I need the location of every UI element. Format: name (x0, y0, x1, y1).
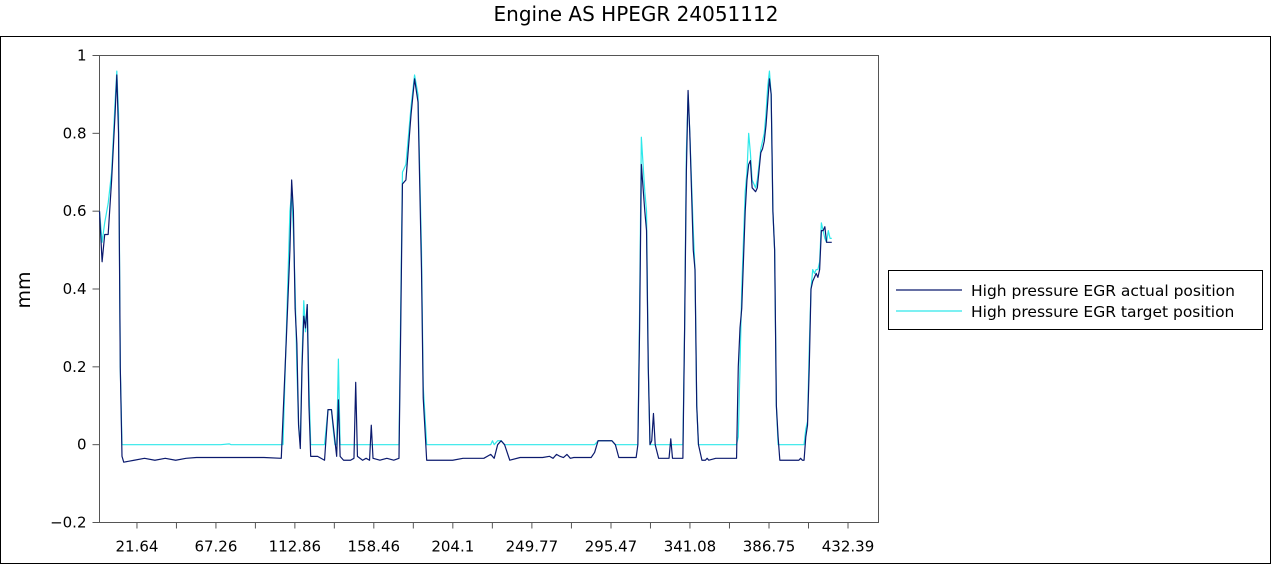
x-tick-label: 386.75 (743, 538, 796, 556)
x-tick-label: 432.39 (822, 538, 875, 556)
x-tick-label: 341.08 (664, 538, 717, 556)
x-tick-label: 249.77 (506, 538, 559, 556)
y-tick-label: −0.2 (50, 514, 86, 532)
chart-svg: Engine AS HPEGR 24051112 mm −0.2 0 0.2 0.4 0… (0, 2, 1271, 564)
chart: Engine AS HPEGR 24051112 mm −0.2 0 0.2 0.4 0… (0, 0, 1272, 565)
x-tick-label: 67.26 (194, 538, 237, 556)
x-tick-label: 204.1 (431, 538, 474, 556)
y-tick-label: 0 (77, 436, 87, 454)
y-tick-label: 0.2 (63, 358, 87, 376)
y-axis-label: mm (13, 271, 35, 308)
x-tick-label: 21.64 (115, 538, 158, 556)
chart-title: Engine AS HPEGR 24051112 (494, 2, 779, 26)
legend: High pressure EGR actual position High p… (888, 270, 1263, 330)
x-tick-label: 112.86 (269, 538, 322, 556)
y-tick-label: 0.4 (63, 280, 87, 298)
legend-label-target: High pressure EGR target position (971, 303, 1234, 321)
x-tick-label: 295.47 (585, 538, 638, 556)
x-tick-label: 158.46 (348, 538, 401, 556)
y-tick-label: 0.6 (63, 202, 87, 220)
y-tick-label: 0.8 (63, 124, 87, 142)
legend-label-actual: High pressure EGR actual position (971, 282, 1235, 300)
y-tick-label: 1 (77, 47, 87, 65)
